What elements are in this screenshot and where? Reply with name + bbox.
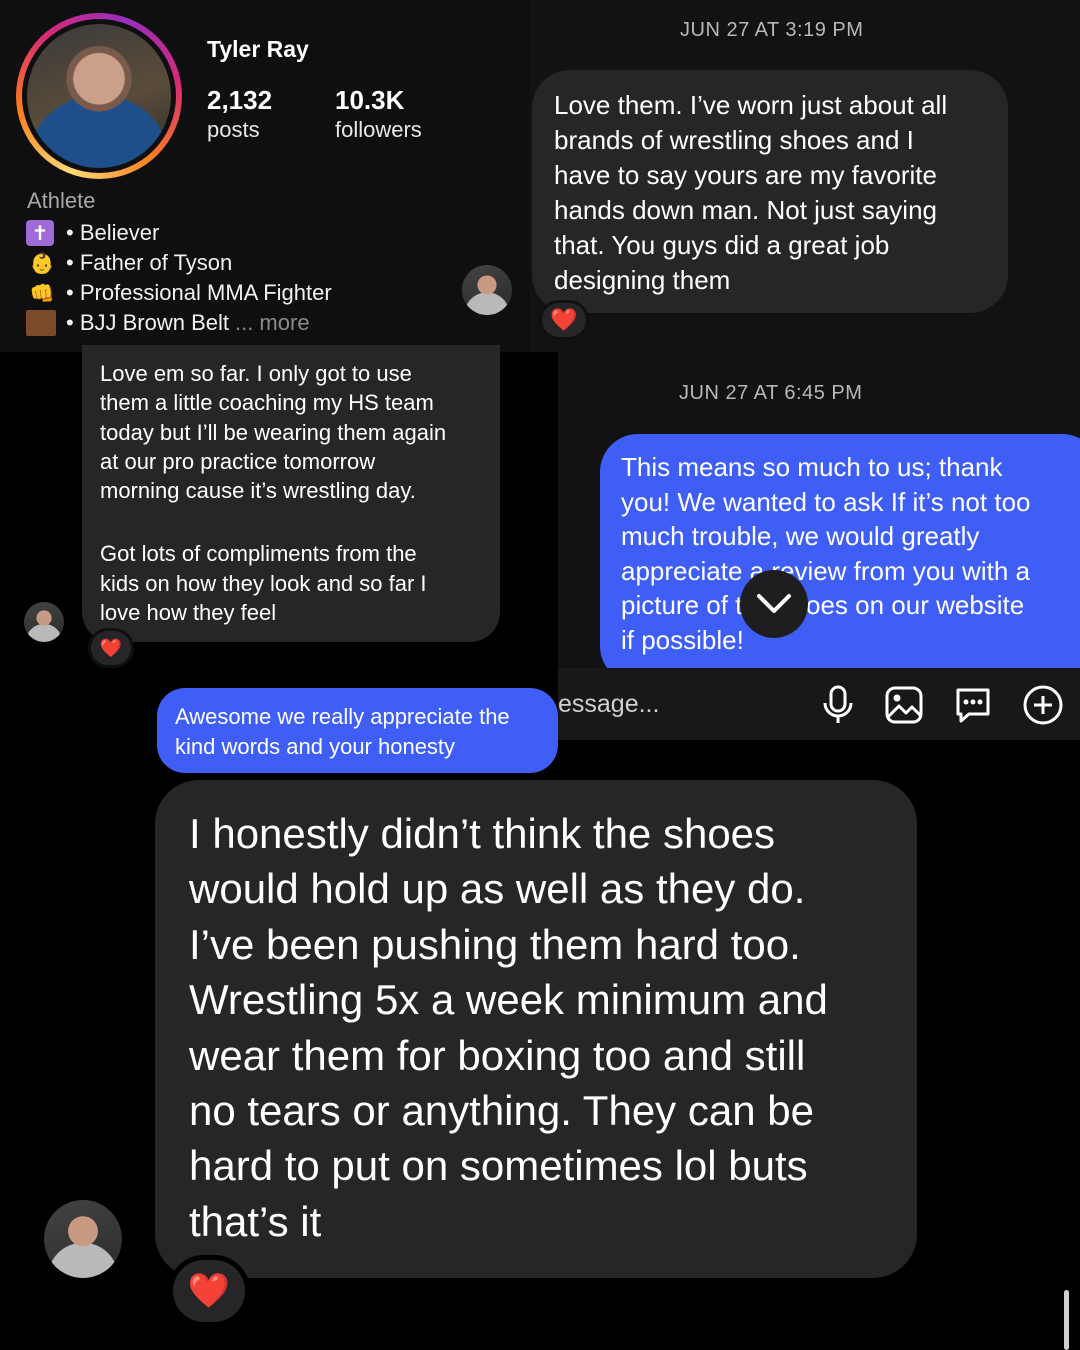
scrollbar[interactable]: [1064, 1290, 1069, 1350]
microphone-icon[interactable]: [815, 682, 861, 728]
bio-text: • Believer: [66, 220, 160, 245]
sent-message[interactable]: Awesome we really appreciate the kind wo…: [157, 688, 558, 773]
posts-count: 2,132: [207, 85, 273, 115]
profile-category: Athlete: [27, 188, 96, 213]
brown-square-icon: [26, 310, 56, 336]
profile-header: Tyler Ray 2,132 posts 10.3K followers At…: [0, 0, 530, 352]
sender-avatar[interactable]: [24, 602, 64, 642]
bio-more-link[interactable]: ... more: [235, 310, 310, 336]
scroll-to-latest-button[interactable]: [740, 570, 808, 638]
sent-message[interactable]: This means so much to us; thank you! We …: [600, 434, 1080, 684]
add-icon[interactable]: [1020, 682, 1066, 728]
sticker-icon[interactable]: [950, 682, 996, 728]
bio-line: • BJJ Brown Belt ... more: [26, 308, 526, 338]
heart-icon: ❤️: [187, 1272, 231, 1310]
heart-reaction[interactable]: ❤️: [539, 300, 589, 340]
cross-icon: ✝: [26, 220, 54, 246]
timestamp: JUN 27 AT 6:45 PM: [679, 382, 863, 404]
profile-bio: ✝ • Believer 👶 • Father of Tyson 👊 • Pro…: [26, 218, 526, 338]
posts-stat[interactable]: 2,132 posts: [207, 84, 272, 144]
received-message[interactable]: I honestly didn’t think the shoes would …: [155, 780, 917, 1278]
baby-icon: 👶: [29, 252, 55, 275]
received-message[interactable]: Love em so far. I only got to use them a…: [82, 345, 500, 642]
message-text: This means so much to us; thank you! We …: [621, 452, 1031, 655]
posts-label: posts: [207, 117, 260, 142]
message-input[interactable]: essage...: [558, 690, 659, 719]
profile-photo: [27, 24, 171, 168]
bio-text: • Father of Tyson: [66, 250, 233, 275]
message-composer[interactable]: essage...: [558, 668, 1080, 740]
followers-count: 10.3K: [335, 85, 405, 115]
message-text: I honestly didn’t think the shoes would …: [189, 810, 828, 1245]
message-text: Got lots of compliments from the kids on…: [100, 541, 427, 626]
message-text: Love em so far. I only got to use them a…: [100, 361, 447, 504]
message-text: Love them. I’ve worn just about all bran…: [554, 90, 948, 295]
fist-icon: 👊: [29, 282, 55, 305]
timestamp: JUN 27 AT 3:19 PM: [680, 19, 864, 41]
bio-line: 👊 • Professional MMA Fighter: [26, 278, 526, 308]
heart-reaction[interactable]: ❤️: [88, 628, 134, 668]
heart-icon: ❤️: [550, 307, 578, 332]
followers-stat[interactable]: 10.3K followers: [335, 84, 422, 144]
message-text: Awesome we really appreciate the kind wo…: [175, 704, 510, 759]
followers-label: followers: [335, 117, 422, 142]
heart-reaction[interactable]: ❤️: [168, 1255, 250, 1327]
profile-avatar[interactable]: [16, 13, 182, 179]
bio-line: 👶 • Father of Tyson: [26, 248, 526, 278]
bio-text: • BJJ Brown Belt: [66, 310, 229, 335]
gallery-icon[interactable]: [881, 682, 927, 728]
bio-text: • Professional MMA Fighter: [66, 280, 332, 305]
bio-line: ✝ • Believer: [26, 218, 526, 248]
chevron-down-icon: [757, 594, 791, 613]
profile-name: Tyler Ray: [207, 36, 309, 62]
received-message[interactable]: Love them. I’ve worn just about all bran…: [532, 70, 1008, 313]
heart-icon: ❤️: [99, 637, 123, 658]
sender-avatar[interactable]: [44, 1200, 122, 1278]
sender-avatar[interactable]: [462, 265, 512, 315]
